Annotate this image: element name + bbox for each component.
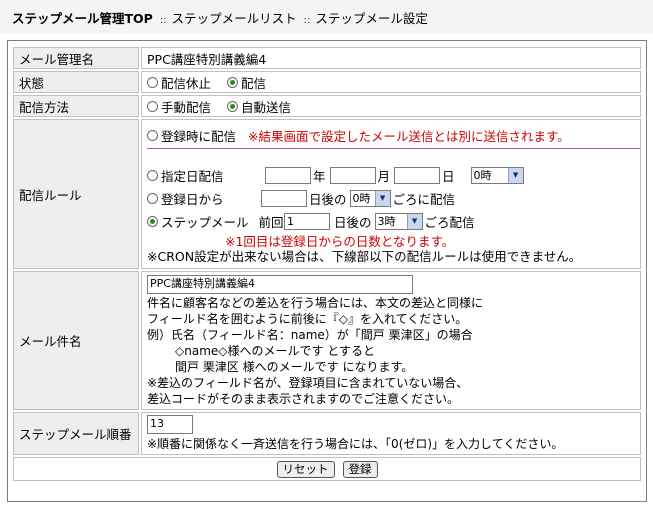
breadcrumb: ステップメール管理TOP:: ステップメールリスト:: ステップメール設定 xyxy=(0,0,653,33)
rule-specified-label: 指定日配信 xyxy=(161,168,224,184)
order-label: ステップメール順番 xyxy=(13,412,139,455)
breadcrumb-list-link[interactable]: ステップメールリスト xyxy=(172,11,297,26)
step-around: ごろ配信 xyxy=(424,214,475,230)
step-days-input[interactable]: 1 xyxy=(284,212,330,230)
rule-register-note: ※結果画面で設定したメール送信とは別に送信されます。 xyxy=(248,128,570,144)
from-register-days-input[interactable] xyxy=(261,189,307,207)
method-options: 手動配信 自動送信 xyxy=(141,95,641,117)
chevron-down-icon: ▼ xyxy=(406,213,422,229)
year-input[interactable] xyxy=(265,166,311,184)
subject-help-line: 件名に顧客名などの差込を行う場合には、本文の差込と同様に xyxy=(147,296,484,310)
step-hour-value: 3時 xyxy=(377,215,396,228)
status-send-label: 配信 xyxy=(241,75,267,91)
settings-form-table: メール管理名 PPC講座特別講義編4 状態 配信休止 配信 配信方法 手動配信 xyxy=(11,45,643,483)
cron-note: ※CRON設定が出来ない場合は、下線部以下の配信ルールは使用できません。 xyxy=(147,249,582,264)
status-option-send[interactable]: 配信 xyxy=(227,73,266,92)
breadcrumb-current: ステップメール設定 xyxy=(315,11,428,26)
order-note: ※順番に関係なく一斉送信を行う場合には、「0(ゼロ)」を入力してください。 xyxy=(147,437,564,451)
method-label: 配信方法 xyxy=(13,95,139,117)
order-input[interactable]: 13 xyxy=(147,415,193,434)
row-subject: メール件名 PPC講座特別講義編4 件名に顧客名などの差込を行う場合には、本文の… xyxy=(13,271,641,410)
status-send-radio[interactable] xyxy=(227,76,239,88)
row-buttons: リセット 登録 xyxy=(13,457,641,481)
day-unit: 日 xyxy=(442,168,455,184)
from-register-hour-select[interactable]: 0時 ▼ xyxy=(349,189,391,207)
mail-name-label: メール管理名 xyxy=(13,47,139,69)
rule-divider xyxy=(147,147,640,149)
step-days-after: 日後の xyxy=(334,214,372,230)
subject-label: メール件名 xyxy=(13,271,139,410)
subject-cell: PPC講座特別講義編4 件名に顧客名などの差込を行う場合には、本文の差込と同様に… xyxy=(141,271,641,410)
status-option-pause[interactable]: 配信休止 xyxy=(147,73,211,92)
step-hour-select[interactable]: 3時 ▼ xyxy=(374,212,423,230)
subject-help-line: 差込コードがそのまま表示されますのでご注意ください。 xyxy=(147,392,460,406)
rule-from-register-radio[interactable] xyxy=(147,192,158,204)
subject-help-line: ※差込のフィールド名が、登録項目に含まれていない場合、 xyxy=(147,376,469,390)
chevron-down-icon: ▼ xyxy=(507,167,523,183)
mail-name-value: PPC講座特別講義編4 xyxy=(141,47,641,69)
specified-hour-select[interactable]: 0時 ▼ xyxy=(470,166,524,184)
rule-from-register-label: 登録日から xyxy=(161,191,224,207)
row-mail-name: メール管理名 PPC講座特別講義編4 xyxy=(13,47,641,69)
subject-help-line: 間戸 栗津区 様へのメールです になります。 xyxy=(175,360,414,374)
settings-form-frame: メール管理名 PPC講座特別講義編4 状態 配信休止 配信 配信方法 手動配信 xyxy=(7,40,647,502)
breadcrumb-separator: :: xyxy=(303,15,311,26)
chevron-down-icon: ▼ xyxy=(374,190,390,206)
row-status: 状態 配信休止 配信 xyxy=(13,71,641,93)
subject-help-line: ◇name◇様へのメールです とすると xyxy=(175,344,375,358)
rule-specified-radio[interactable] xyxy=(147,169,158,181)
month-input[interactable] xyxy=(329,166,376,184)
day-input[interactable] xyxy=(394,166,441,184)
subject-help-line: 例）氏名（フィールド名：name）が「間戸 栗津区」の場合 xyxy=(147,328,473,342)
rule-step-label: ステップメール 前回から xyxy=(161,212,309,231)
year-unit: 年 xyxy=(313,168,326,184)
method-manual-radio[interactable] xyxy=(147,100,158,112)
method-option-manual[interactable]: 手動配信 xyxy=(147,97,211,116)
rule-register-label: 登録時に配信 xyxy=(161,128,237,144)
specified-hour-value: 0時 xyxy=(473,169,492,182)
month-unit: 月 xyxy=(377,168,391,184)
from-register-hour-value: 0時 xyxy=(352,192,371,205)
from-register-around: ごろに配信 xyxy=(392,191,456,207)
subject-help: 件名に顧客名などの差込を行う場合には、本文の差込と同様に フィールド名を囲むよう… xyxy=(147,295,640,407)
submit-button[interactable]: 登録 xyxy=(342,460,378,478)
status-options: 配信休止 配信 xyxy=(141,71,641,93)
method-auto-radio[interactable] xyxy=(227,100,239,112)
rule-step-text: ステップメール xyxy=(161,214,249,230)
subject-help-line: フィールド名を囲むように前後に『◇』を入れてください。 xyxy=(147,312,468,326)
method-manual-label: 手動配信 xyxy=(161,99,212,115)
status-label: 状態 xyxy=(13,71,139,93)
breadcrumb-top-link[interactable]: ステップメール管理TOP xyxy=(12,11,153,26)
breadcrumb-separator: :: xyxy=(159,15,167,26)
method-auto-label: 自動送信 xyxy=(241,99,292,115)
row-rule: 配信ルール 登録時に配信 ※結果画面で設定したメール送信とは別に送信されます。 … xyxy=(13,119,641,269)
rule-options: 登録時に配信 ※結果画面で設定したメール送信とは別に送信されます。 指定日配信 … xyxy=(141,119,641,269)
status-pause-label: 配信休止 xyxy=(161,75,212,91)
row-order: ステップメール順番 13 ※順番に関係なく一斉送信を行う場合には、「0(ゼロ)」… xyxy=(13,412,641,455)
subject-input[interactable]: PPC講座特別講義編4 xyxy=(147,275,413,294)
reset-button[interactable]: リセット xyxy=(276,460,335,478)
row-method: 配信方法 手動配信 自動送信 xyxy=(13,95,641,117)
status-pause-radio[interactable] xyxy=(147,76,158,88)
buttons-cell: リセット 登録 xyxy=(13,457,641,481)
from-register-days-after: 日後の xyxy=(309,191,347,207)
rule-register-radio[interactable] xyxy=(147,129,158,141)
method-option-auto[interactable]: 自動送信 xyxy=(227,97,291,116)
rule-step-radio[interactable] xyxy=(147,215,158,227)
order-cell: 13 ※順番に関係なく一斉送信を行う場合には、「0(ゼロ)」を入力してください。 xyxy=(141,412,641,455)
rule-label: 配信ルール xyxy=(13,119,139,269)
